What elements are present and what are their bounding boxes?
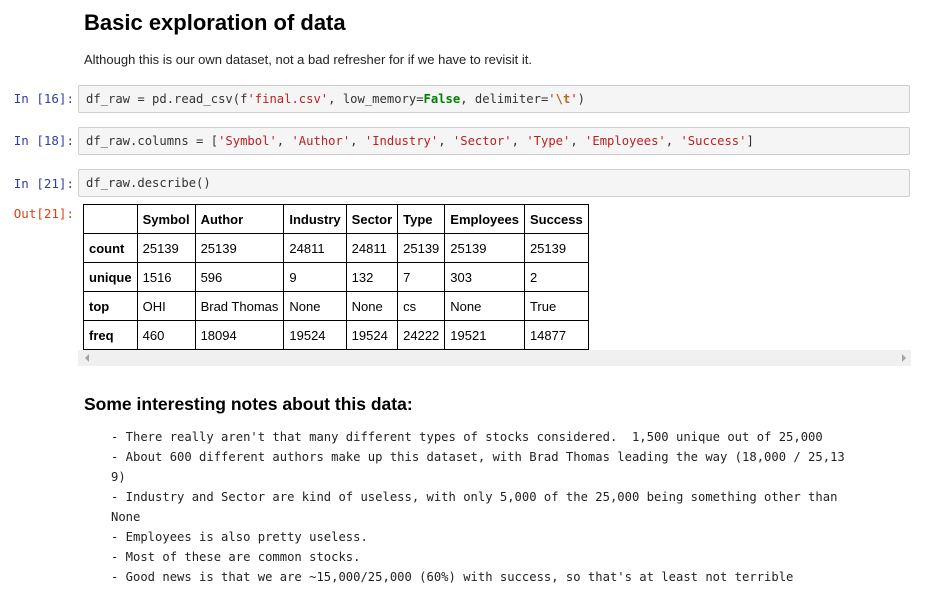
scroll-left-arrow-icon[interactable] [85,354,89,362]
code-token: 'Author' [291,134,351,148]
table-cell: 1516 [136,262,196,292]
code-token: 'Success' [680,134,747,148]
code-token: ] [746,134,754,148]
note-line: - Most of these are common stocks. [111,550,361,564]
code-token: df_raw = pd.read_csv(f [86,92,248,106]
note-line: - Employees is also pretty useless. [111,530,368,544]
code-token: 'Sector' [452,134,512,148]
notes-list: - There really aren't that many differen… [111,427,901,587]
table-cell: None [283,291,347,321]
table-cell: True [523,291,589,321]
row-index: count [83,233,138,263]
note-line: - Industry and Sector are kind of useles… [111,490,838,524]
code-token: \t [555,92,571,106]
horizontal-scrollbar[interactable] [78,350,911,366]
notes-heading: Some interesting notes about this data: [84,394,413,414]
code-token: , low_memory= [328,92,424,106]
table-cell: 132 [345,262,399,292]
code-token: 'Employees' [585,134,666,148]
code-token: , [438,134,453,148]
code-cell[interactable]: df_raw.describe() [78,169,910,197]
table-cell: 24811 [283,233,347,263]
code-token: ) [577,92,586,106]
table-cell: 460 [136,320,196,350]
column-header: Symbol [136,204,196,234]
table-cell: 9 [283,262,347,292]
code-token: , [665,134,681,148]
table-cell: 25139 [444,233,525,263]
code-token: , [350,134,365,148]
table-cell: Brad Thomas [194,291,285,321]
note-line: - Good news is that we are ~15,000/25,00… [111,570,794,584]
row-index: freq [83,320,138,350]
column-header: Industry [283,204,347,234]
note-line: - About 600 different authors make up th… [111,450,845,484]
code-token: df_raw.describe() [86,176,211,190]
table-cell: 2 [523,262,589,292]
row-index: unique [83,262,138,292]
table-cell: None [444,291,525,321]
code-token: 'final.csv' [247,92,329,106]
code-token: , [276,134,292,148]
table-cell: 7 [397,262,446,292]
column-header: Sector [345,204,399,234]
describe-table: Symbol Author Industry Sector Type Emplo… [83,204,589,350]
intro-text: Although this is our own dataset, not a … [84,52,533,67]
column-header: Success [523,204,589,234]
code-token: 'Industry' [364,134,439,148]
table-body: count 25139 25139 24811 24811 25139 25139 25139… [83,233,589,350]
code-cell[interactable]: df_raw = pd.read_csv(f'final.csv', low_m… [78,85,910,113]
code-token: , delimiter= [460,92,549,106]
row-index: top [83,291,138,321]
section-heading: Basic exploration of data [84,10,346,35]
table-cell: None [345,291,399,321]
table-header-row: Symbol Author Industry Sector Type Emplo… [83,204,589,234]
note-line: - There really aren't that many differen… [111,430,823,444]
table-row: top OHI Brad Thomas None None cs None True [83,291,589,321]
table-row: unique 1516 596 9 132 7 303 2 [83,262,589,292]
table-row: freq 460 18094 19524 19524 24222 19521 14877 [83,320,589,350]
table-cell: OHI [136,291,196,321]
code-token: 'Type' [526,134,571,148]
code-token: , [511,134,527,148]
table-cell: 24811 [345,233,399,263]
column-header: Author [194,204,285,234]
table-row: count 25139 25139 24811 24811 25139 25139 25139 [83,233,589,263]
column-header: Type [397,204,446,234]
table-cell: 19524 [283,320,347,350]
table-cell: 25139 [136,233,196,263]
code-token: , [570,134,586,148]
table-cell: 24222 [397,320,446,350]
code-token: 'Symbol' [218,134,277,148]
input-prompt: In [21]: [13,176,74,191]
table-cell: cs [397,291,446,321]
table-cell: 25139 [523,233,589,263]
table-cell: 19524 [345,320,399,350]
input-prompt: In [16]: [13,91,74,106]
table-cell: 18094 [194,320,285,350]
column-header: Employees [444,204,525,234]
code-token: False [423,92,461,106]
scroll-right-arrow-icon[interactable] [902,354,906,362]
input-prompt: In [18]: [13,133,74,148]
code-token: ' [548,92,556,106]
table-cell: 14877 [523,320,589,350]
code-cell[interactable]: df_raw.columns = ['Symbol', 'Author', 'I… [78,127,910,155]
code-token: ' [570,92,578,106]
table-cell: 25139 [194,233,285,263]
code-token: df_raw.columns = [ [86,134,219,148]
table-cell: 19521 [444,320,525,350]
table-cell: 25139 [397,233,446,263]
table-cell: 303 [444,262,525,292]
table-cell: 596 [194,262,285,292]
output-prompt: Out[21]: [13,206,74,221]
column-header [83,204,138,234]
